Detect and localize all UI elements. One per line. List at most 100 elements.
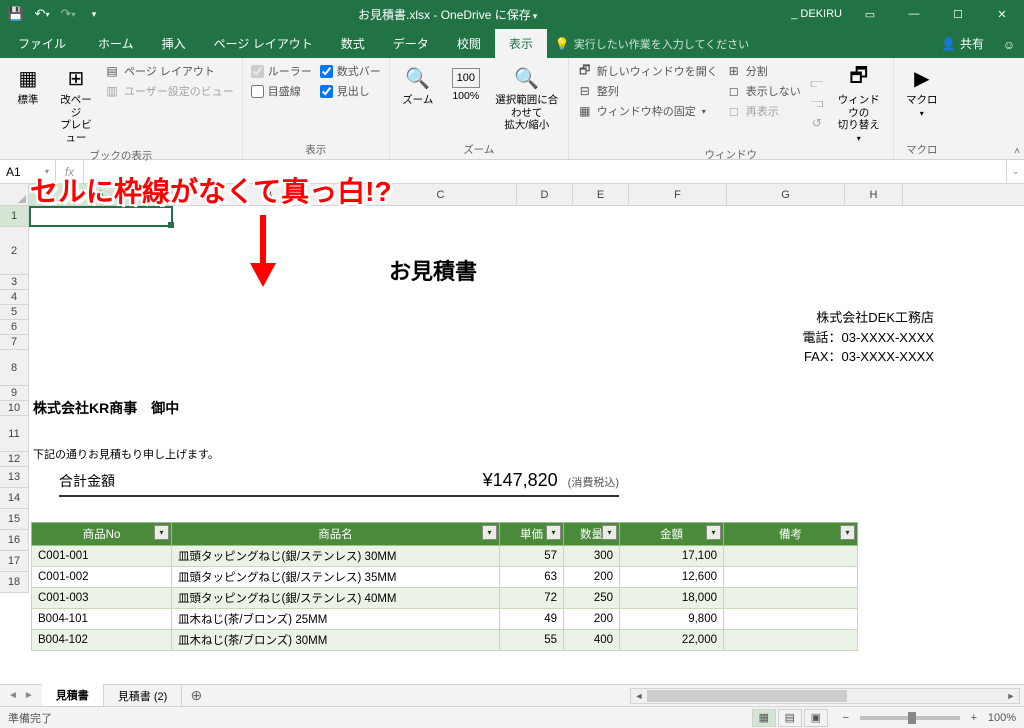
zoom-in-button[interactable]: +: [966, 712, 982, 724]
headings-checkbox[interactable]: 見出し: [318, 82, 383, 100]
row-header-7[interactable]: 7: [0, 335, 29, 350]
column-header-E[interactable]: E: [573, 184, 629, 205]
pagebreak-status[interactable]: ▣: [804, 709, 828, 727]
macros-button[interactable]: ▶マクロ▾: [900, 62, 944, 140]
split-button[interactable]: ⊞分割: [724, 62, 803, 80]
tell-me-box[interactable]: 💡実行したい作業を入力してください: [547, 30, 757, 58]
sheet-tab-2[interactable]: 見積書 (2): [104, 685, 183, 707]
row-header-6[interactable]: 6: [0, 320, 29, 335]
redo-button[interactable]: ↷▾: [56, 2, 80, 26]
sheet-content: お見積書 株式会社DEK工務店 電話：03-XXXX-XXXX FAX：03-X…: [29, 206, 1024, 684]
sheet-tab-active[interactable]: 見積書: [42, 684, 104, 708]
close-button[interactable]: ✕: [980, 0, 1024, 28]
freeze-panes-button[interactable]: ▦ウィンドウ枠の固定▾: [575, 102, 720, 120]
tab-view[interactable]: 表示: [495, 29, 547, 58]
zoom-level[interactable]: 100%: [988, 712, 1016, 724]
qat-customize[interactable]: ▾: [82, 2, 106, 26]
view-side-by-side-button[interactable]: ⫍: [807, 74, 827, 92]
spreadsheet-grid[interactable]: 123456789101112131415161718 お見積書 株式会社DEK…: [0, 206, 1024, 684]
tab-formulas[interactable]: 数式: [327, 29, 379, 58]
collapse-ribbon-button[interactable]: ˄: [1014, 146, 1020, 157]
sync-scroll-button[interactable]: ⫎: [807, 94, 827, 112]
row-header-12[interactable]: 12: [0, 452, 29, 467]
row-header-16[interactable]: 16: [0, 530, 29, 551]
page-layout-button[interactable]: ▤ページ レイアウト: [102, 62, 236, 80]
tab-home[interactable]: ホーム: [84, 29, 148, 58]
hide-button[interactable]: ◻表示しない: [724, 82, 803, 100]
pagebreak-preview-button[interactable]: ⊞改ページ プレビュー: [54, 62, 98, 146]
tab-data[interactable]: データ: [379, 29, 443, 58]
add-sheet-button[interactable]: ⊕: [182, 687, 210, 704]
table-row[interactable]: C001-001皿頭タッピングねじ(銀/ステンレス) 30MM5730017,1…: [32, 546, 858, 567]
save-button[interactable]: 💾: [4, 2, 28, 26]
column-header-H[interactable]: H: [845, 184, 903, 205]
switch-window-button[interactable]: 🗗ウィンドウの 切り替え▾: [831, 62, 887, 145]
expand-formula-bar[interactable]: ⌄: [1006, 160, 1024, 183]
table-header[interactable]: 単価▾: [500, 523, 564, 546]
table-header[interactable]: 備考▾: [724, 523, 858, 546]
zoom-slider[interactable]: [860, 716, 960, 720]
row-header-8[interactable]: 8: [0, 350, 29, 386]
tab-page-layout[interactable]: ページ レイアウト: [200, 29, 327, 58]
normal-view-button[interactable]: ▦標準: [6, 62, 50, 146]
select-all-corner[interactable]: [0, 184, 29, 205]
row-header-18[interactable]: 18: [0, 572, 29, 593]
table-header[interactable]: 数量▾: [564, 523, 620, 546]
minimize-button[interactable]: —: [892, 0, 936, 28]
column-header-F[interactable]: F: [629, 184, 727, 205]
table-row[interactable]: C001-003皿頭タッピングねじ(銀/ステンレス) 40MM7225018,0…: [32, 588, 858, 609]
row-header-3[interactable]: 3: [0, 275, 29, 290]
doc-title: お見積書: [389, 254, 477, 286]
tab-insert[interactable]: 挿入: [148, 29, 200, 58]
unhide-button[interactable]: ◻再表示: [724, 102, 803, 120]
filter-button[interactable]: ▾: [482, 525, 497, 540]
table-header[interactable]: 商品No▾: [32, 523, 172, 546]
row-header-1[interactable]: 1: [0, 206, 29, 227]
zoom-out-button[interactable]: −: [838, 712, 854, 724]
feedback-button[interactable]: ☺: [994, 32, 1024, 58]
horizontal-scrollbar[interactable]: ◄►: [210, 688, 1024, 704]
normal-view-status[interactable]: ▦: [752, 709, 776, 727]
filter-button[interactable]: ▾: [154, 525, 169, 540]
ruler-checkbox[interactable]: ルーラー: [249, 62, 314, 80]
zoom-button[interactable]: 🔍ズーム: [396, 62, 440, 140]
user-name[interactable]: _ DEKIRU: [785, 8, 848, 20]
row-header-5[interactable]: 5: [0, 305, 29, 320]
table-header[interactable]: 金額▾: [620, 523, 724, 546]
custom-view-button[interactable]: ▥ユーザー設定のビュー: [102, 82, 236, 100]
page-layout-status[interactable]: ▤: [778, 709, 802, 727]
row-header-10[interactable]: 10: [0, 401, 29, 416]
column-header-D[interactable]: D: [517, 184, 573, 205]
table-header[interactable]: 商品名▾: [172, 523, 500, 546]
new-window-button[interactable]: 🗗新しいウィンドウを開く: [575, 62, 720, 80]
row-header-9[interactable]: 9: [0, 386, 29, 401]
undo-button[interactable]: ↶▾: [30, 2, 54, 26]
row-header-13[interactable]: 13: [0, 467, 29, 488]
filter-button[interactable]: ▾: [602, 525, 617, 540]
gridlines-checkbox[interactable]: 目盛線: [249, 82, 314, 100]
share-button[interactable]: 👤共有: [931, 29, 994, 58]
arrange-button[interactable]: ⊟整列: [575, 82, 720, 100]
reset-position-button[interactable]: ↺: [807, 114, 827, 132]
filter-button[interactable]: ▾: [546, 525, 561, 540]
zoom-selection-button[interactable]: 🔍選択範囲に合わせて 拡大/縮小: [492, 62, 562, 140]
filter-button[interactable]: ▾: [706, 525, 721, 540]
maximize-button[interactable]: ☐: [936, 0, 980, 28]
row-header-15[interactable]: 15: [0, 509, 29, 530]
table-row[interactable]: B004-101皿木ねじ(茶/ブロンズ) 25MM492009,800: [32, 609, 858, 630]
row-header-4[interactable]: 4: [0, 290, 29, 305]
row-header-17[interactable]: 17: [0, 551, 29, 572]
row-header-11[interactable]: 11: [0, 416, 29, 452]
row-header-14[interactable]: 14: [0, 488, 29, 509]
table-row[interactable]: C001-002皿頭タッピングねじ(銀/ステンレス) 35MM6320012,6…: [32, 567, 858, 588]
sheet-nav[interactable]: ◄►: [0, 688, 42, 703]
zoom-100-button[interactable]: 100100%: [444, 62, 488, 140]
column-header-G[interactable]: G: [727, 184, 845, 205]
row-header-2[interactable]: 2: [0, 227, 29, 275]
tab-file[interactable]: ファイル: [0, 29, 84, 58]
tab-review[interactable]: 校閲: [443, 29, 495, 58]
formula-bar-checkbox[interactable]: 数式バー: [318, 62, 383, 80]
ribbon-display-button[interactable]: ▭: [848, 0, 892, 28]
filter-button[interactable]: ▾: [840, 525, 855, 540]
table-row[interactable]: B004-102皿木ねじ(茶/ブロンズ) 30MM5540022,000: [32, 630, 858, 651]
